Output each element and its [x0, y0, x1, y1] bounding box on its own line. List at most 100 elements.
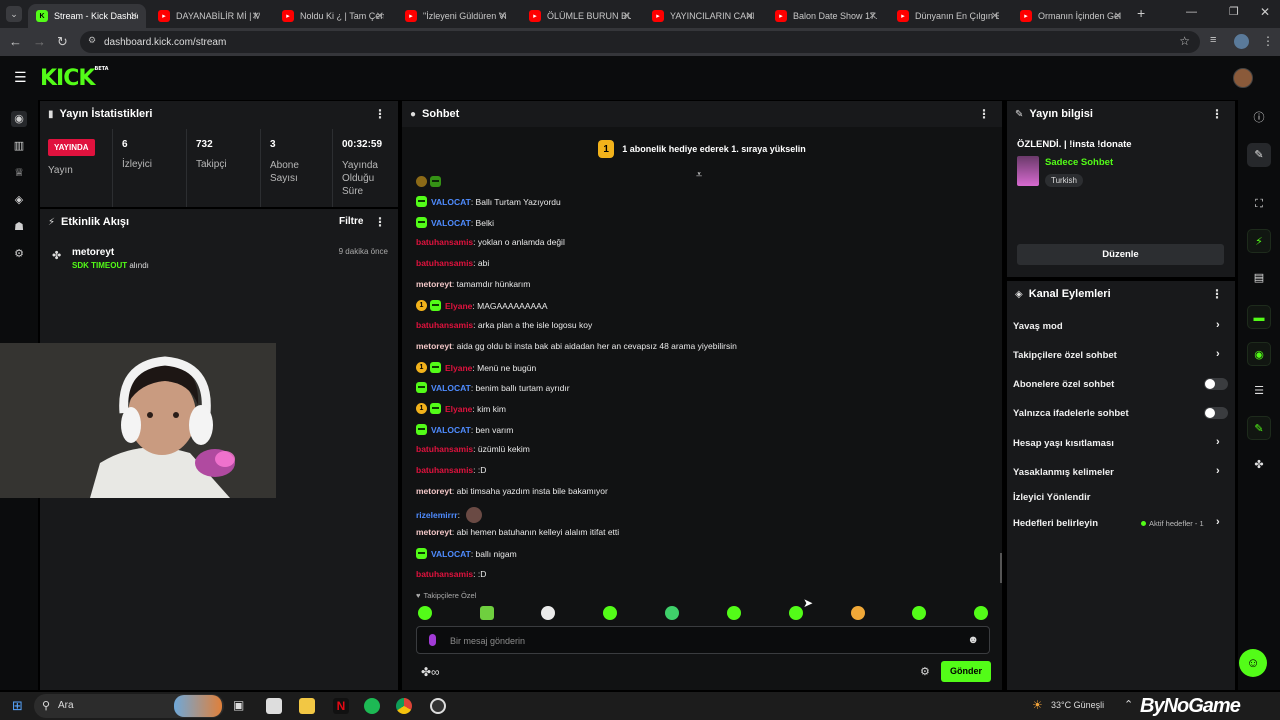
emote-9[interactable] — [912, 606, 926, 620]
close-tab-icon[interactable]: ✕ — [1114, 11, 1122, 22]
toggle-switch[interactable] — [1204, 378, 1228, 390]
minimize-window-button[interactable]: — — [1186, 6, 1197, 18]
media-control-icon[interactable]: ≡ — [1210, 34, 1216, 46]
chat-username[interactable]: batuhansamis — [416, 258, 473, 268]
obs-icon[interactable] — [430, 698, 446, 714]
browser-tab[interactable]: ▸ "İzleyeni Güldüren Vi ✕ — [397, 4, 515, 28]
close-tab-icon[interactable]: ✕ — [252, 11, 260, 22]
chat-username[interactable]: batuhansamis — [416, 320, 473, 330]
emote-10[interactable] — [974, 606, 988, 620]
analytics-icon[interactable]: ▥ — [11, 138, 27, 154]
browser-tab[interactable]: ▸ DAYANABİLİR Mİ | Mu ✕ — [150, 4, 268, 28]
channel-actions-more-icon[interactable]: ⋮ — [1211, 287, 1223, 301]
community-icon[interactable]: ✤ — [1247, 453, 1271, 477]
windows-start-icon[interactable]: ⊞ — [12, 698, 23, 714]
user-avatar[interactable] — [1233, 68, 1253, 88]
community-icon[interactable]: ☗ — [11, 219, 27, 235]
tab-list-button[interactable]: ⌄ — [6, 6, 22, 22]
site-info-icon[interactable]: ⚙ — [88, 35, 96, 46]
browser-menu-icon[interactable]: ⋮ — [1262, 34, 1274, 48]
channel-action-label[interactable]: Takipçilere özel sohbet — [1013, 350, 1117, 361]
tray-chevron-icon[interactable]: ⌃ — [1124, 698, 1133, 711]
moderation-icon[interactable]: ◈ — [11, 192, 27, 208]
chat-username[interactable]: batuhansamis — [416, 237, 473, 247]
emote-8[interactable] — [851, 606, 865, 620]
stream-info-more-icon[interactable]: ⋮ — [1211, 107, 1223, 121]
close-tab-icon[interactable]: ✕ — [746, 11, 754, 22]
chat-tools-icon[interactable]: ✤∞ — [421, 665, 440, 679]
chat-settings-gear-icon[interactable]: ⚙ — [920, 665, 930, 678]
document-icon[interactable]: ▤ — [1247, 266, 1271, 290]
chat-username[interactable]: metoreyt — [416, 279, 452, 289]
emote-7[interactable] — [789, 606, 803, 620]
netflix-icon[interactable]: N — [333, 698, 349, 714]
emote-6[interactable] — [727, 606, 741, 620]
task-view-icon[interactable]: ▣ — [233, 698, 244, 712]
browser-tab[interactable]: ▸ YAYINCILARIN CANLI ✕ — [644, 4, 762, 28]
taskbar-search[interactable]: ⚲ Ara — [34, 694, 224, 718]
reload-icon[interactable]: ↻ — [57, 34, 68, 50]
chat-input-box[interactable]: Bir mesaj gönderin ☻ — [416, 626, 990, 654]
browser-tab[interactable]: ▸ Balon Date Show 17. ✕ — [767, 4, 885, 28]
chat-username[interactable]: VALOCAT — [431, 197, 471, 207]
chat-username[interactable]: Elyane — [445, 301, 472, 311]
chat-username[interactable]: batuhansamis — [416, 444, 473, 454]
hamburger-menu-icon[interactable]: ☰ — [14, 69, 27, 86]
emote-5[interactable] — [665, 606, 679, 620]
chat-username[interactable]: Elyane — [445, 404, 472, 414]
spotify-icon[interactable] — [364, 698, 380, 714]
pinned-collapse-icon[interactable]: ⩡ — [696, 169, 702, 182]
pencil-icon[interactable]: ✎ — [1247, 143, 1271, 167]
chat-username[interactable]: VALOCAT — [431, 425, 471, 435]
close-tab-icon[interactable]: ✕ — [623, 11, 631, 22]
close-tab-icon[interactable]: ✕ — [376, 11, 384, 22]
chevron-right-icon[interactable]: › — [1216, 319, 1220, 331]
store-icon[interactable] — [266, 698, 282, 714]
chat-username[interactable]: metoreyt — [416, 341, 452, 351]
new-tab-button[interactable]: + — [1137, 5, 1145, 21]
chat-username[interactable]: rizelemirrr — [416, 510, 458, 520]
fullscreen-icon[interactable]: ⛶ — [1247, 192, 1271, 216]
support-chat-button[interactable]: ☺ — [1239, 649, 1267, 677]
channel-action-label[interactable]: Hedefleri belirleyin — [1013, 518, 1098, 529]
profile-avatar[interactable] — [1234, 34, 1249, 49]
channel-action-label[interactable]: Hesap yaşı kısıtlaması — [1013, 438, 1114, 449]
chat-username[interactable]: batuhansamis — [416, 569, 473, 579]
chat-username[interactable]: VALOCAT — [431, 549, 471, 559]
chat-username[interactable]: metoreyt — [416, 527, 452, 537]
stats-more-icon[interactable]: ⋮ — [374, 107, 386, 121]
emote-1[interactable] — [418, 606, 432, 620]
channel-action-label[interactable]: İzleyici Yönlendir — [1013, 492, 1090, 503]
close-tab-icon[interactable]: ✕ — [991, 11, 999, 22]
chrome-icon[interactable] — [396, 698, 412, 714]
bookmark-star-icon[interactable]: ☆ — [1179, 34, 1190, 48]
close-tab-icon[interactable]: ✕ — [130, 11, 138, 22]
wrench-icon[interactable]: ✎ — [1247, 416, 1271, 440]
chat-icon[interactable]: ▬ — [1247, 305, 1271, 329]
lightning-icon[interactable]: ⚡ — [1247, 229, 1271, 253]
maximize-window-button[interactable]: ❐ — [1229, 5, 1239, 18]
kick-logo[interactable]: KICKBETA — [40, 66, 109, 91]
chevron-right-icon[interactable]: › — [1216, 348, 1220, 360]
trophy-icon[interactable]: ♕ — [11, 165, 27, 181]
back-icon[interactable]: ← — [9, 34, 22, 49]
chat-username[interactable]: VALOCAT — [431, 383, 471, 393]
filter-button[interactable]: Filtre — [339, 216, 363, 227]
stream-broadcast-icon[interactable]: ◉ — [11, 111, 27, 127]
chat-username[interactable]: Elyane — [445, 363, 472, 373]
browser-tab[interactable]: ▸ Noldu Ki ¿ | Tam Çen ✕ — [274, 4, 392, 28]
chevron-right-icon[interactable]: › — [1216, 465, 1220, 477]
settings-gear-icon[interactable]: ⚙ — [11, 246, 27, 262]
file-explorer-icon[interactable] — [299, 698, 315, 714]
channel-action-label[interactable]: Yavaş mod — [1013, 321, 1063, 332]
emote-3[interactable] — [541, 606, 555, 620]
chat-username[interactable]: metoreyt — [416, 486, 452, 496]
toggle-switch[interactable] — [1204, 407, 1228, 419]
url-input[interactable]: ⚙ dashboard.kick.com/stream ☆ — [80, 31, 1200, 53]
forward-icon[interactable]: → — [33, 34, 46, 49]
chat-username[interactable]: VALOCAT — [431, 218, 471, 228]
chat-more-icon[interactable]: ⋮ — [978, 107, 990, 121]
browser-tab[interactable]: K Stream - Kick Dashbo ✕ — [28, 4, 146, 28]
browser-tab[interactable]: ▸ ÖLÜMLE BURUN BUR ✕ — [521, 4, 639, 28]
emoji-picker-icon[interactable]: ☻ — [967, 634, 979, 646]
